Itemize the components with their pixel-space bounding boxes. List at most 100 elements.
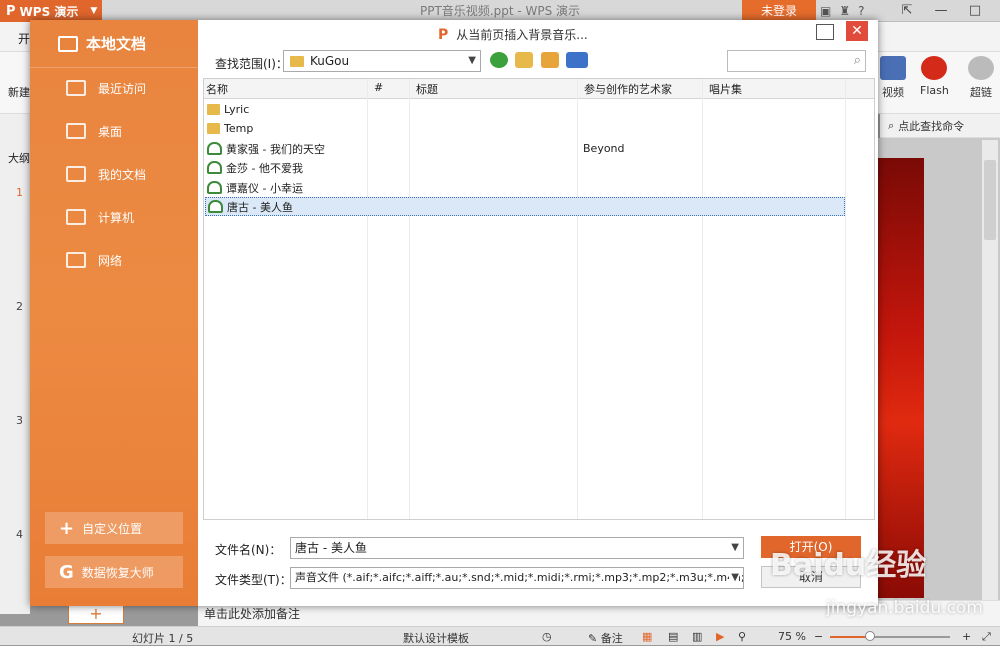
chevron-down-icon[interactable]: ▼ xyxy=(729,568,739,588)
wps-menu-button[interactable]: P WPS 演示 ▼ xyxy=(0,0,102,22)
file-type-select[interactable]: 声音文件 (*.aif;*.aifc;*.aiff;*.au;*.snd;*.m… xyxy=(290,567,744,589)
back-icon[interactable] xyxy=(490,52,508,68)
window-controls: ⇱ — □ xyxy=(890,0,992,22)
flash-icon xyxy=(921,56,948,80)
zoom-slider-fill xyxy=(830,636,870,638)
sidebar-item-label: 我的文档 xyxy=(98,167,147,182)
skin-icon[interactable]: ▣ xyxy=(820,4,831,18)
outline-tab[interactable]: 大纲 xyxy=(8,150,30,166)
ribbon-hyperlink[interactable]: 超链 xyxy=(968,56,994,100)
file-name-value: 唐古 - 美人鱼 xyxy=(295,541,367,555)
notes-toggle-label: 备注 xyxy=(600,632,623,645)
ribbon-flash[interactable]: Flash xyxy=(920,56,949,97)
slide-number: 4 xyxy=(16,528,23,541)
slide-counter: 幻灯片 1 / 5 xyxy=(132,632,194,645)
minimize-icon[interactable]: — xyxy=(924,0,958,22)
chevron-down-icon: ▼ xyxy=(90,6,98,16)
file-type-label: 文件类型(T)： xyxy=(215,573,292,587)
column-album[interactable]: 唱片集 xyxy=(709,81,742,97)
column-artist[interactable]: 参与创作的艺术家 xyxy=(584,81,672,97)
sidebar-item-documents[interactable]: 我的文档 xyxy=(30,153,198,195)
file-name-input[interactable]: 唐古 - 美人鱼 ▼ xyxy=(290,537,744,559)
file-list-header: 名称 # 标题 参与创作的艺术家 唱片集 xyxy=(204,79,874,99)
ribbon-video-label: 视频 xyxy=(882,86,904,99)
sidebar-item-recent[interactable]: 最近访问 xyxy=(30,67,198,109)
maximize-icon[interactable]: □ xyxy=(958,0,992,22)
custom-location-button[interactable]: + 自定义位置 xyxy=(45,512,183,544)
zoom-in-icon[interactable]: + xyxy=(962,630,971,643)
wps-logo-icon: P xyxy=(6,3,16,19)
wps-presentation-icon: P xyxy=(438,26,449,43)
zoom-slider[interactable] xyxy=(830,636,950,638)
file-name: Lyric xyxy=(224,103,250,116)
computer-icon xyxy=(66,209,86,225)
sidebar-item-label: 桌面 xyxy=(98,124,123,139)
titlebar-tools: ▣ ♜ ? xyxy=(820,0,864,22)
search-icon: ⌕ xyxy=(853,53,861,68)
restore-mode-icon[interactable]: ⇱ xyxy=(890,0,924,22)
list-item[interactable]: 谭嘉仪 - 小幸运 xyxy=(205,178,845,197)
file-name: 金莎 - 他不爱我 xyxy=(226,161,303,175)
sidebar-item-label: 网络 xyxy=(98,253,123,268)
network-icon xyxy=(66,252,86,268)
audio-file-icon xyxy=(208,200,223,213)
list-item-selected[interactable]: 唐古 - 美人鱼 xyxy=(205,197,845,216)
command-search[interactable]: ⌕ 点此查找命令 xyxy=(880,114,1000,138)
list-item[interactable]: 黄家强 - 我们的天空 Beyond xyxy=(205,139,845,158)
slideshow-icon[interactable]: ▶ xyxy=(716,630,724,643)
sidebar-item-desktop[interactable]: 桌面 xyxy=(30,110,198,152)
shirt-icon[interactable]: ♜ xyxy=(839,4,850,18)
maximize-icon[interactable] xyxy=(816,24,834,40)
data-recovery-button[interactable]: G 数据恢复大师 xyxy=(45,556,183,588)
notes-toggle[interactable]: ✎ 备注 xyxy=(588,630,623,646)
zoom-out-icon[interactable]: − xyxy=(814,630,823,643)
command-search-label: 点此查找命令 xyxy=(898,119,965,133)
pin-icon[interactable]: ⚲ xyxy=(738,630,746,643)
column-title[interactable]: 标题 xyxy=(416,81,438,97)
folder-icon xyxy=(207,104,220,115)
list-item[interactable]: Temp xyxy=(205,119,845,138)
file-name: 谭嘉仪 - 小幸运 xyxy=(226,181,303,195)
zoom-slider-handle[interactable] xyxy=(864,631,875,641)
normal-view-icon[interactable]: ▦ xyxy=(642,630,652,643)
history-icon[interactable]: ◷ xyxy=(542,630,552,643)
up-folder-icon[interactable] xyxy=(515,52,533,68)
scrollbar-thumb[interactable] xyxy=(984,160,996,240)
sidebar-item-computer[interactable]: 计算机 xyxy=(30,196,198,238)
chevron-down-icon[interactable]: ▼ xyxy=(731,538,739,558)
sidebar-item-label: 计算机 xyxy=(98,210,135,225)
ribbon-video[interactable]: 视频 xyxy=(880,56,906,100)
status-bar: 幻灯片 1 / 5 默认设计模板 ◷ ✎ 备注 ▦ ▤ ▥ ▶ ⚲ 75 % −… xyxy=(0,626,1000,645)
custom-location-label: 自定义位置 xyxy=(82,521,143,536)
plus-icon: + xyxy=(59,517,75,539)
file-name-label: 文件名(N)： xyxy=(215,543,282,557)
column-number[interactable]: # xyxy=(374,81,383,94)
zoom-level: 75 % xyxy=(778,630,806,643)
sidebar-item-network[interactable]: 网络 xyxy=(30,239,198,281)
new-folder-icon[interactable] xyxy=(541,52,559,68)
look-in-select[interactable]: KuGou ▼ xyxy=(283,50,481,72)
sidebar-title: 本地文档 xyxy=(86,35,147,53)
close-icon[interactable]: ✕ xyxy=(846,21,868,41)
ribbon-flash-label: Flash xyxy=(920,84,949,97)
view-menu-icon[interactable] xyxy=(566,52,588,68)
slide-number: 2 xyxy=(16,300,23,313)
column-name[interactable]: 名称 xyxy=(206,81,228,97)
fit-window-icon[interactable]: ⤢ xyxy=(982,630,991,644)
list-item[interactable]: 金莎 - 他不爱我 xyxy=(205,158,845,177)
ribbon-new[interactable]: 新建 xyxy=(8,84,30,100)
add-slide-button[interactable]: + xyxy=(68,604,124,624)
hyperlink-icon xyxy=(968,56,994,80)
reading-view-icon[interactable]: ▥ xyxy=(692,630,702,643)
slide-image xyxy=(878,158,924,598)
sorter-view-icon[interactable]: ▤ xyxy=(668,630,678,643)
search-icon: ⌕ xyxy=(888,118,895,132)
help-icon[interactable]: ? xyxy=(858,4,864,18)
look-in-label: 查找范围(I)： xyxy=(215,57,288,71)
search-input[interactable]: ⌕ xyxy=(727,50,866,72)
list-item[interactable]: Lyric xyxy=(205,100,845,119)
file-artist: Beyond xyxy=(583,142,625,155)
dialog-title-text: 从当前页插入背景音乐... xyxy=(456,28,588,42)
login-button[interactable]: 未登录 xyxy=(742,0,816,22)
menu-start[interactable]: 开 xyxy=(18,30,30,47)
